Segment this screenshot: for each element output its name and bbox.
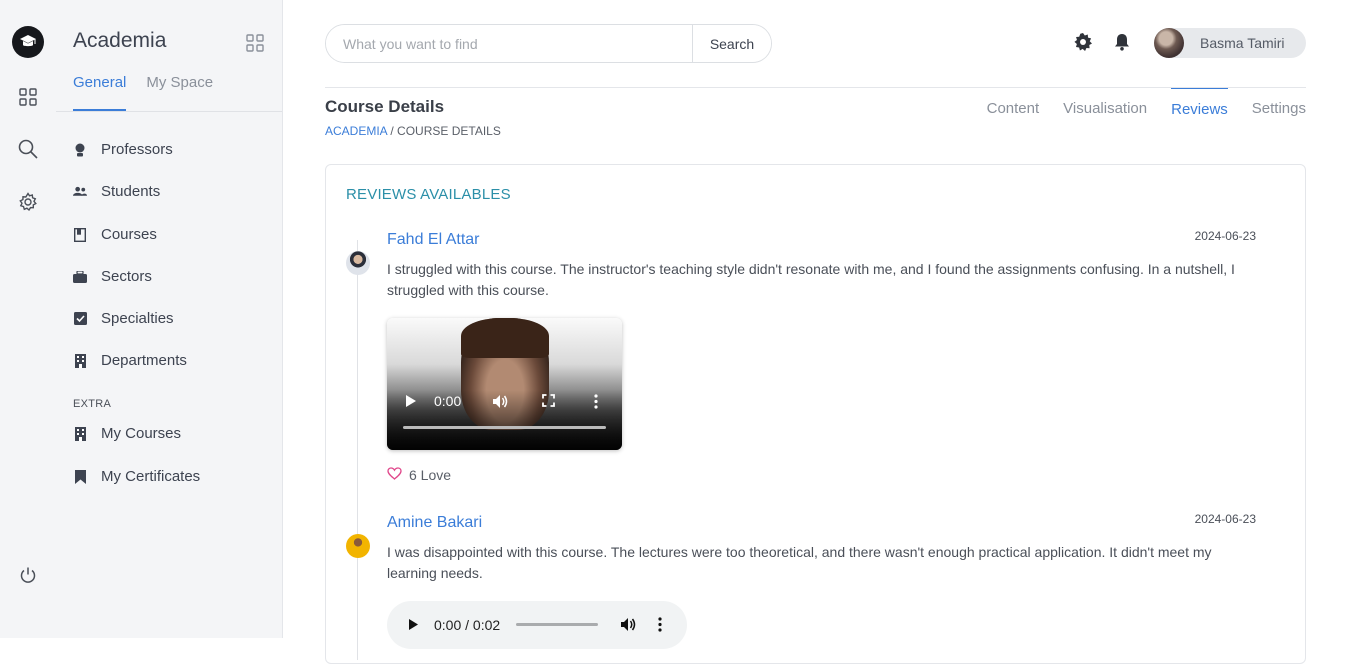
volume-icon[interactable] xyxy=(492,394,509,412)
breadcrumb: ACADEMIA / COURSE DETAILS xyxy=(325,124,501,138)
app-brand: Academia xyxy=(73,29,167,52)
extra-section-label: EXTRA xyxy=(73,398,112,410)
sidebar-divider xyxy=(56,111,282,112)
more-options-icon[interactable] xyxy=(658,617,662,635)
sidebar-item-label: Departments xyxy=(101,352,187,369)
sidebar-item-label: Students xyxy=(101,183,161,200)
user-menu[interactable]: Basma Tamiri xyxy=(1154,28,1306,58)
tab-reviews[interactable]: Reviews xyxy=(1171,88,1228,121)
notification-bell-icon[interactable] xyxy=(1114,33,1132,51)
reviewer-name[interactable]: Fahd El Attar xyxy=(387,231,480,249)
sidebar-item-label: Professors xyxy=(101,141,173,158)
professor-icon xyxy=(73,143,87,157)
courses-icon xyxy=(73,227,87,242)
sidebar-item-label: Courses xyxy=(101,226,157,243)
sidebar-item-label: Sectors xyxy=(101,268,152,285)
audio-time: 0:00 / 0:02 xyxy=(434,617,501,633)
breadcrumb-separator: / xyxy=(387,124,398,138)
sidebar-item-sectors[interactable]: Sectors xyxy=(73,268,152,285)
sidebar: Academia General My Space Professors Stu… xyxy=(56,0,283,638)
sidebar-item-courses[interactable]: Courses xyxy=(73,226,157,243)
reviews-section-title: REVIEWS AVAILABLES xyxy=(346,186,511,203)
tab-content[interactable]: Content xyxy=(987,88,1040,121)
tab-settings[interactable]: Settings xyxy=(1252,88,1306,121)
play-icon[interactable] xyxy=(405,394,417,411)
love-count: 6 Love xyxy=(409,467,452,483)
breadcrumb-root-link[interactable]: ACADEMIA xyxy=(325,124,387,138)
love-button[interactable]: 6 Love xyxy=(387,467,451,483)
search-input[interactable] xyxy=(326,25,692,62)
bookmark-icon xyxy=(73,469,87,484)
settings-gear-icon[interactable] xyxy=(1074,33,1092,51)
search-bar: Search xyxy=(325,24,772,63)
avatar xyxy=(1154,28,1184,58)
power-icon[interactable] xyxy=(19,566,39,586)
sidebar-item-label: Specialties xyxy=(101,310,174,327)
review-video-player[interactable]: 0:00 xyxy=(387,318,622,450)
search-button[interactable]: Search xyxy=(692,25,771,62)
students-icon xyxy=(73,185,87,199)
tab-my-space[interactable]: My Space xyxy=(146,74,213,111)
video-thumbnail-hair xyxy=(461,318,549,358)
sidebar-item-label: My Courses xyxy=(101,425,182,442)
reviewer-avatar xyxy=(346,534,370,558)
review-text: I was disappointed with this course. The… xyxy=(387,544,1212,581)
page-title: Course Details xyxy=(325,97,445,116)
specialties-icon xyxy=(73,312,87,326)
user-name: Basma Tamiri xyxy=(1200,35,1285,51)
sidebar-item-professors[interactable]: Professors xyxy=(73,141,173,158)
play-icon[interactable] xyxy=(408,618,419,634)
main-content: Search Basma Tamiri Course Details ACADE… xyxy=(283,0,1347,664)
page-tabs: Content Visualisation Reviews Settings xyxy=(987,88,1306,121)
sidebar-item-my-courses[interactable]: My Courses xyxy=(73,425,181,442)
review-audio-player[interactable]: 0:00 / 0:02 xyxy=(387,601,687,649)
building-icon xyxy=(73,426,87,441)
sidebar-item-label: My Certificates xyxy=(101,468,201,485)
audio-progress-bar[interactable] xyxy=(516,623,598,626)
sidebar-item-departments[interactable]: Departments xyxy=(73,352,187,369)
tab-visualisation[interactable]: Visualisation xyxy=(1063,88,1147,121)
breadcrumb-current: COURSE DETAILS xyxy=(397,124,501,138)
video-time: 0:00 xyxy=(434,393,462,409)
search-icon[interactable] xyxy=(17,138,39,160)
apps-grid-icon[interactable] xyxy=(246,34,264,52)
reviewer-avatar xyxy=(346,251,370,275)
sidebar-item-my-certificates[interactable]: My Certificates xyxy=(73,468,200,485)
tab-general[interactable]: General xyxy=(73,74,127,111)
departments-icon xyxy=(73,353,87,368)
sidebar-item-students[interactable]: Students xyxy=(73,183,160,200)
more-options-icon[interactable] xyxy=(594,394,598,412)
review-date: 2024-06-23 xyxy=(1194,229,1256,243)
sectors-icon xyxy=(73,270,87,284)
graduation-cap-logo-icon[interactable] xyxy=(12,26,44,58)
timeline-line xyxy=(357,240,358,660)
review-date: 2024-06-23 xyxy=(1194,512,1256,526)
volume-icon[interactable] xyxy=(620,617,637,635)
dashboard-grid-icon[interactable] xyxy=(17,86,39,108)
fullscreen-icon[interactable] xyxy=(542,394,555,410)
heart-icon xyxy=(387,467,402,483)
sidebar-item-specialties[interactable]: Specialties xyxy=(73,310,174,327)
icon-rail xyxy=(0,0,56,638)
review-text: I struggled with this course. The instru… xyxy=(387,261,1235,298)
video-progress-bar[interactable] xyxy=(403,426,606,429)
sidebar-tabs: General My Space xyxy=(73,74,213,111)
settings-gear-icon[interactable] xyxy=(17,191,39,213)
reviews-card: REVIEWS AVAILABLES Fahd El Attar 2024-06… xyxy=(325,164,1306,664)
reviewer-name[interactable]: Amine Bakari xyxy=(387,514,482,532)
